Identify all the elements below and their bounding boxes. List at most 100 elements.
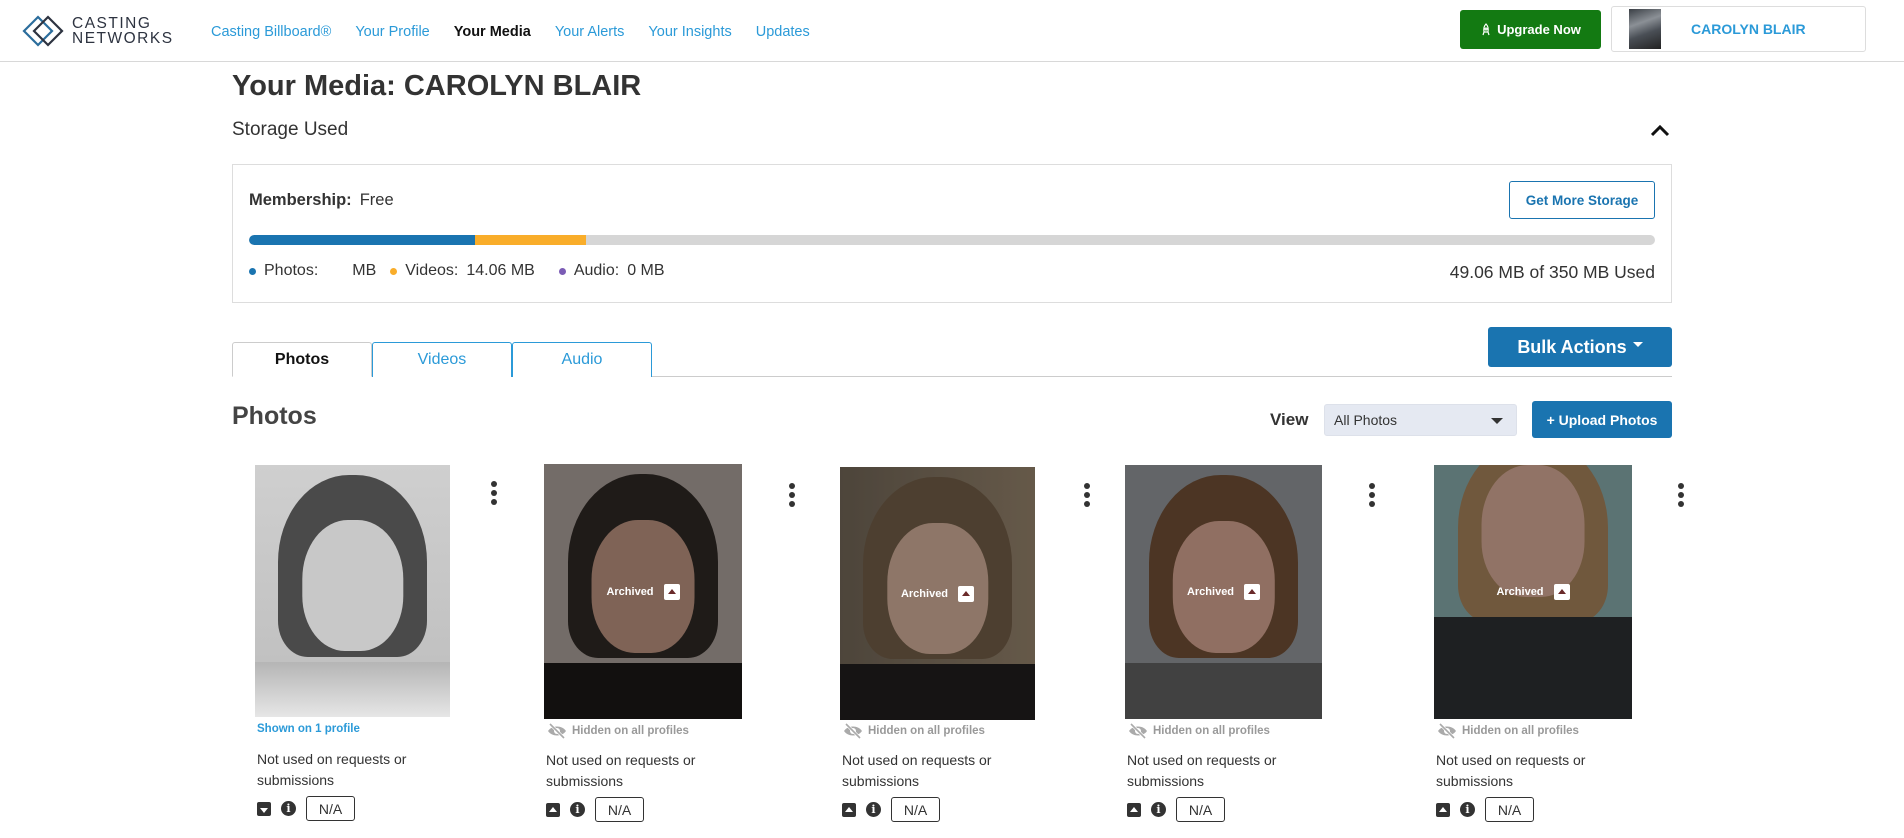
visibility-status[interactable]: Hidden on all profiles — [842, 723, 985, 739]
avatar — [1629, 9, 1661, 49]
more-options-icon[interactable] — [1080, 481, 1094, 509]
user-profile-menu[interactable]: CAROLYN BLAIR — [1611, 6, 1866, 52]
nav-your-insights[interactable]: Your Insights — [648, 24, 731, 40]
photo-card: Archived Hidden on all profiles Not used… — [1125, 465, 1405, 838]
visibility-status[interactable]: Hidden on all profiles — [1127, 723, 1270, 739]
photo-thumbnail[interactable]: Archived — [1434, 465, 1632, 719]
unarchive-icon[interactable] — [663, 583, 680, 600]
logo-diamond-icon — [22, 15, 64, 47]
audio-dot-icon — [558, 267, 566, 275]
info-icon[interactable]: i — [1151, 802, 1166, 817]
unarchive-icon[interactable] — [958, 585, 975, 602]
photo-card: Archived Hidden on all profiles Not used… — [840, 465, 1120, 838]
visibility-status[interactable]: Shown on 1 profile — [257, 723, 360, 735]
visibility-status[interactable]: Hidden on all profiles — [546, 723, 689, 739]
unarchive-icon[interactable] — [1244, 584, 1261, 600]
usage-status: Not used on requests or submissions — [1436, 752, 1586, 789]
info-icon[interactable]: i — [866, 802, 881, 817]
archived-label: Archived — [1186, 586, 1235, 598]
nav-updates[interactable]: Updates — [756, 24, 810, 40]
membership-value: Free — [359, 191, 394, 209]
photo-thumbnail[interactable]: Archived — [840, 467, 1035, 720]
chevron-up-icon[interactable] — [1649, 120, 1671, 142]
photo-actions: i N/A — [1127, 797, 1225, 822]
user-name: CAROLYN BLAIR — [1691, 21, 1806, 37]
visibility-status[interactable]: Hidden on all profiles — [1436, 723, 1579, 739]
bulk-actions-button[interactable]: Bulk Actions — [1488, 327, 1672, 367]
tab-videos[interactable]: Videos — [372, 342, 512, 377]
view-filter-select[interactable]: All Photos — [1324, 404, 1517, 436]
archived-overlay: Archived — [840, 585, 1035, 602]
media-tabs: Photos Videos Audio — [232, 342, 1672, 377]
archived-overlay: Archived — [1434, 584, 1632, 600]
unarchive-icon[interactable] — [546, 802, 560, 817]
info-icon[interactable]: i — [281, 801, 296, 816]
photo-actions: i N/A — [1436, 797, 1534, 822]
photo-actions: i N/A — [842, 797, 940, 822]
more-options-icon[interactable] — [1674, 481, 1688, 509]
membership-info: Membership: Free — [249, 191, 394, 210]
photos-dot-icon — [249, 267, 256, 275]
get-more-storage-button[interactable]: Get More Storage — [1509, 181, 1655, 219]
visibility-text: Hidden on all profiles — [868, 725, 985, 737]
nav-your-media[interactable]: Your Media — [454, 24, 531, 40]
tab-photos[interactable]: Photos — [232, 342, 372, 377]
eye-slash-icon — [1438, 723, 1456, 739]
unarchive-icon[interactable] — [1553, 584, 1570, 600]
more-options-icon[interactable] — [785, 481, 799, 509]
photo-card: Archived Hidden on all profiles Not used… — [544, 464, 824, 838]
unarchive-icon[interactable] — [1436, 802, 1450, 817]
storage-progress-bar — [249, 235, 1655, 245]
videos-dot-icon — [390, 267, 398, 275]
unarchive-icon[interactable] — [842, 802, 856, 817]
photo-thumbnail[interactable] — [255, 465, 450, 717]
bulk-actions-label: Bulk Actions — [1517, 336, 1627, 357]
eye-slash-icon — [844, 723, 862, 739]
archive-icon[interactable] — [257, 801, 271, 816]
storage-legend: Photos: MB Videos: 14.06 MB Audio: 0 MB — [249, 262, 679, 280]
storage-total-used: 49.06 MB of 350 MB Used — [1449, 262, 1655, 282]
upload-photos-button[interactable]: + Upload Photos — [1532, 401, 1672, 438]
eye-slash-icon — [1129, 723, 1147, 739]
storage-bar-photos-segment — [249, 235, 476, 245]
photo-thumbnail[interactable]: Archived — [1125, 465, 1322, 719]
more-options-icon[interactable] — [487, 479, 501, 507]
info-icon[interactable]: i — [1460, 802, 1475, 817]
logo-line-1: CASTING — [72, 15, 152, 32]
storage-used-heading: Storage Used — [232, 119, 349, 140]
more-options-icon[interactable] — [1365, 481, 1379, 509]
usage-status: Not used on requests or submissions — [1127, 752, 1277, 789]
storage-bar-videos-segment — [475, 235, 587, 245]
visibility-text: Hidden on all profiles — [572, 725, 689, 737]
usage-status: Not used on requests or submissions — [842, 752, 992, 789]
nav-your-profile[interactable]: Your Profile — [355, 24, 429, 40]
archived-label: Archived — [1496, 586, 1544, 598]
photos-heading: Photos — [232, 402, 317, 430]
casting-networks-logo[interactable]: CASTING NETWORKS — [20, 12, 174, 50]
videos-value: 14.06 MB — [466, 262, 535, 279]
photos-label: Photos: — [264, 262, 319, 279]
archived-label: Archived — [606, 585, 654, 598]
photo-thumbnail[interactable]: Archived — [544, 464, 742, 719]
audio-label: Audio: — [573, 262, 620, 279]
na-badge: N/A — [595, 797, 644, 822]
archived-overlay: Archived — [1125, 584, 1322, 600]
usage-status: Not used on requests or submissions — [257, 751, 407, 788]
audio-value: 0 MB — [627, 262, 665, 279]
nav-your-alerts[interactable]: Your Alerts — [555, 24, 625, 40]
unarchive-icon[interactable] — [1127, 802, 1141, 817]
photo-card: Shown on 1 profile Not used on requests … — [255, 465, 535, 838]
view-label: View — [1270, 410, 1309, 429]
legend-photos: Photos: MB — [249, 262, 376, 280]
visibility-text: Shown on 1 profile — [257, 723, 360, 735]
storage-panel: Membership: Free Get More Storage Photos:… — [232, 164, 1672, 303]
usage-status: Not used on requests or submissions — [546, 752, 696, 789]
upgrade-now-button[interactable]: Upgrade Now — [1460, 10, 1601, 49]
visibility-text: Hidden on all profiles — [1153, 725, 1270, 737]
tab-audio[interactable]: Audio — [512, 342, 652, 377]
info-icon[interactable]: i — [570, 802, 585, 817]
rocket-icon — [1482, 23, 1490, 36]
na-badge: N/A — [1176, 797, 1225, 822]
nav-casting-billboard[interactable]: Casting Billboard® — [211, 24, 331, 40]
eye-slash-icon — [548, 723, 566, 739]
